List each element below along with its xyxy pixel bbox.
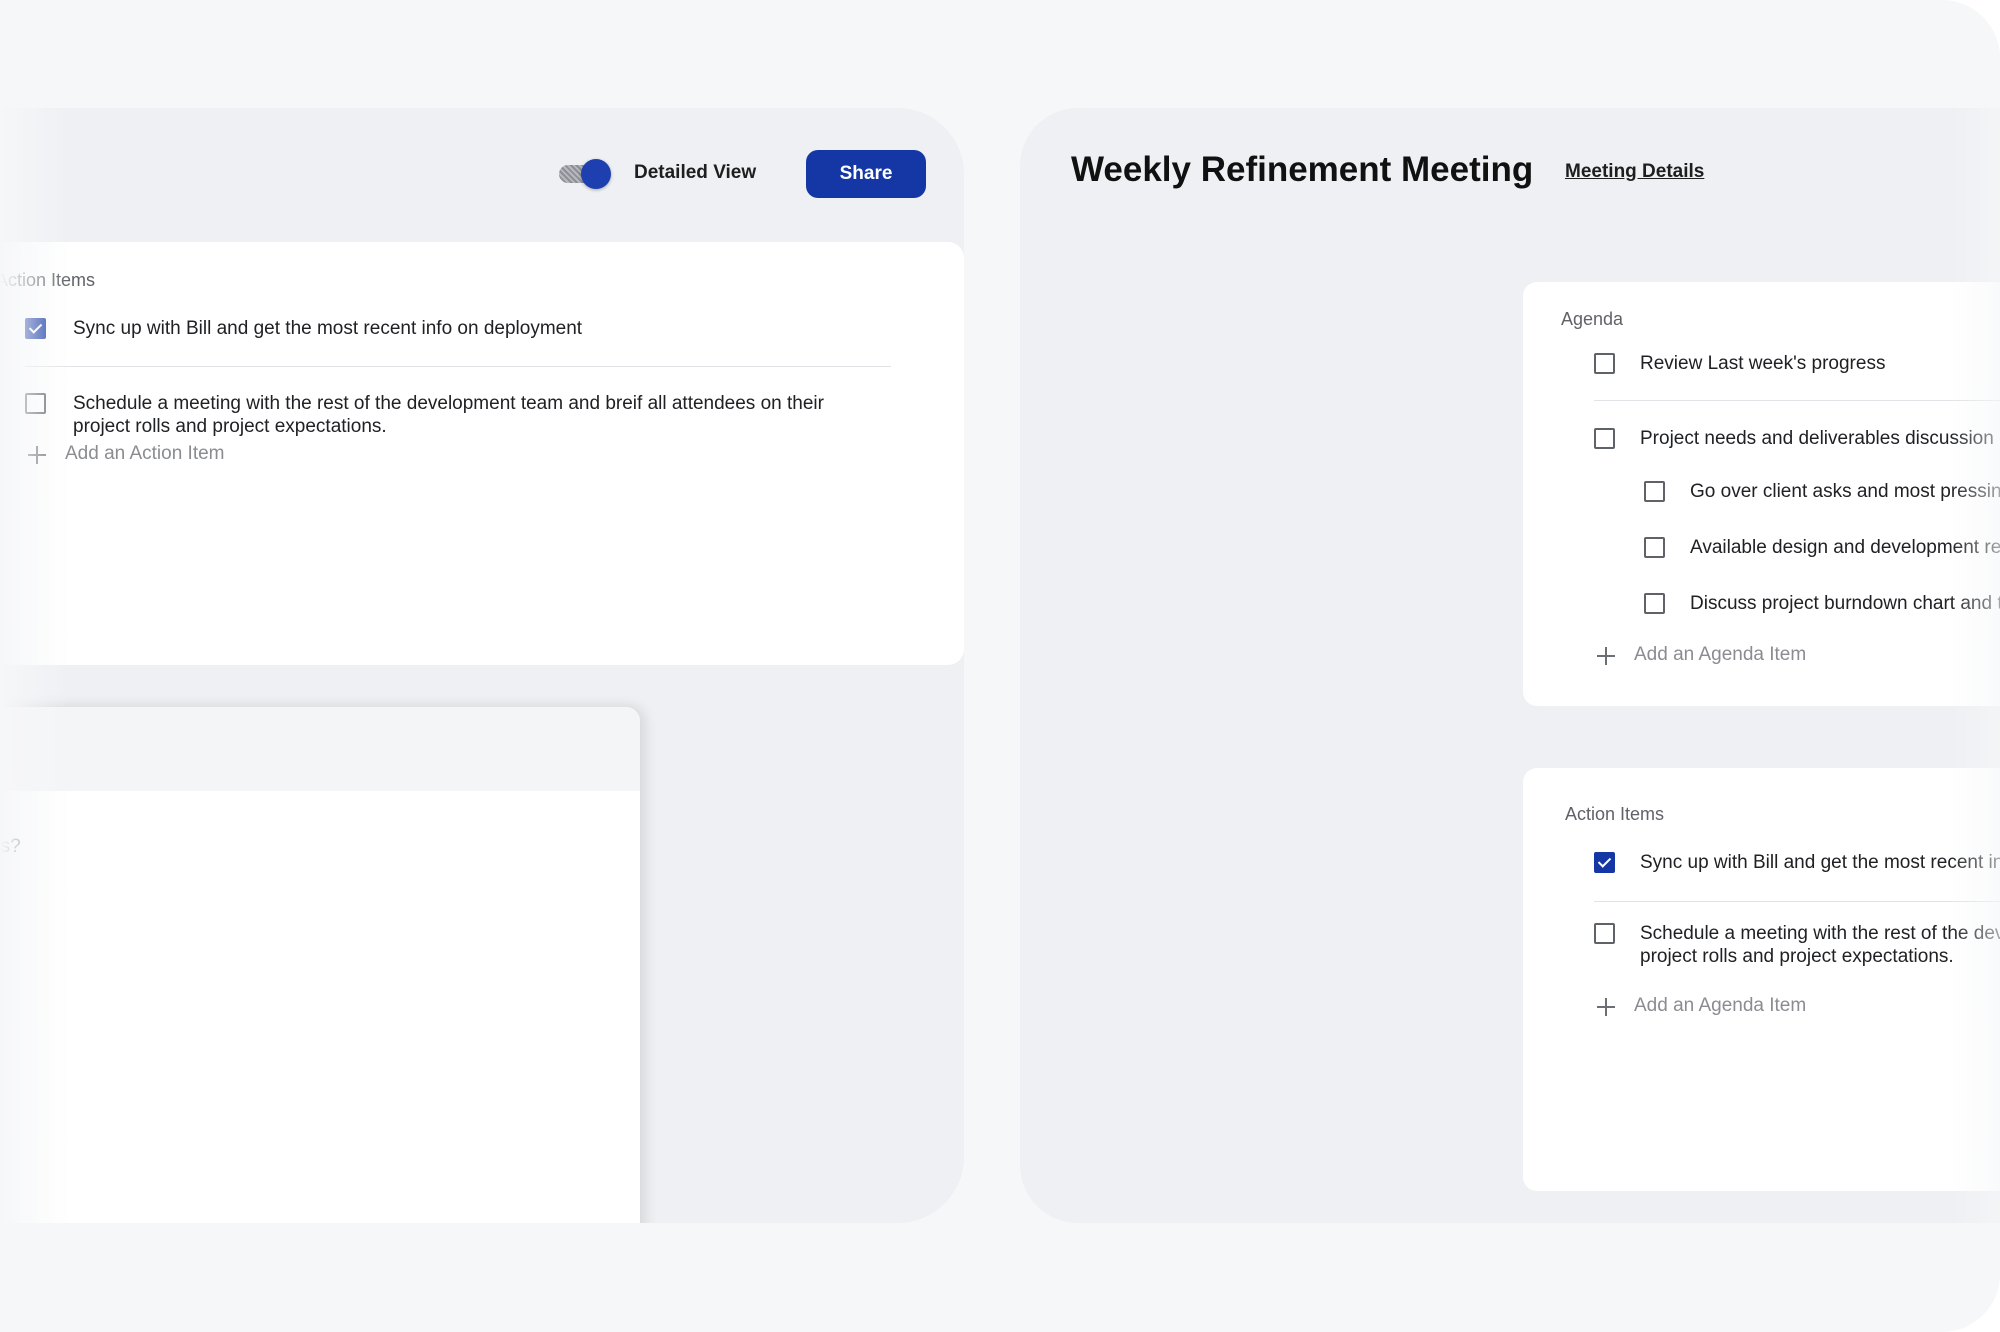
agenda-subitem-text: Discuss project burndown chart and timel… [1690,593,2000,614]
add-agenda-item[interactable]: Add an Agenda Item [1634,995,1806,1017]
action-item-checkbox[interactable] [25,393,46,414]
divider [1594,400,2000,401]
meeting-details-link[interactable]: Meeting Details [1565,161,1704,183]
detailed-view-label: Detailed View [634,162,757,183]
action-item-checkbox[interactable] [1594,852,1615,873]
action-items-card-right: Action Items Sync up with Bill and get t… [1523,768,2000,1191]
divider [1594,901,2000,902]
action-item-text: Sync up with Bill and get the most recen… [1640,852,2000,873]
agenda-subitem-checkbox[interactable] [1644,593,1665,614]
agenda-item-text: Project needs and deliverables discussio… [1640,428,1994,449]
agenda-item-checkbox[interactable] [1594,353,1615,374]
action-item-text-line2: project rolls and project expectations. [1640,946,1954,967]
divider [25,366,891,367]
notes-text: gs? [0,836,21,857]
share-button[interactable]: Share [806,150,926,198]
plus-icon[interactable] [28,446,46,464]
plus-icon[interactable] [1597,647,1615,665]
agenda-item-text: Review Last week's progress [1640,353,1886,374]
agenda-subitem-checkbox[interactable] [1644,481,1665,502]
left-panel: Detailed View Share Action Items Sync up… [0,108,964,1223]
agenda-title: Agenda [1561,309,1624,329]
detailed-view-toggle[interactable] [559,159,611,189]
action-item-text-line1: Schedule a meeting with the rest of the … [73,393,824,414]
action-items-title: Action Items [0,270,96,290]
notes-header [0,707,640,791]
add-agenda-item[interactable]: Add an Agenda Item [1634,644,1806,666]
action-item-checkbox[interactable] [1594,923,1615,944]
right-panel: Weekly Refinement Meeting Meeting Detail… [1020,108,2000,1223]
agenda-subitem-text: Available design and development resourc… [1690,537,2000,558]
action-item-text-line2: project rolls and project expectations. [73,416,387,437]
action-items-title: Action Items [1565,804,1665,824]
action-item-text: Sync up with Bill and get the most recen… [73,318,583,339]
action-items-card: Action Items Sync up with Bill and get t… [0,242,964,665]
agenda-subitem-checkbox[interactable] [1644,537,1665,558]
action-item-text-line1: Schedule a meeting with the rest of the … [1640,923,2000,944]
plus-icon[interactable] [1597,998,1615,1016]
add-action-item[interactable]: Add an Action Item [65,443,225,465]
agenda-subitem-text: Go over client asks and most pressing ne… [1690,481,2000,502]
agenda-item-checkbox[interactable] [1594,428,1615,449]
action-item-checkbox[interactable] [25,318,46,339]
meeting-title: Weekly Refinement Meeting [1071,150,1534,189]
notes-card: gs? [0,707,640,1223]
toggle-knob [581,159,611,189]
app-frame: Detailed View Share Action Items Sync up… [0,0,2000,1332]
agenda-card: Agenda Review Last week's progress Proje… [1523,282,2000,706]
